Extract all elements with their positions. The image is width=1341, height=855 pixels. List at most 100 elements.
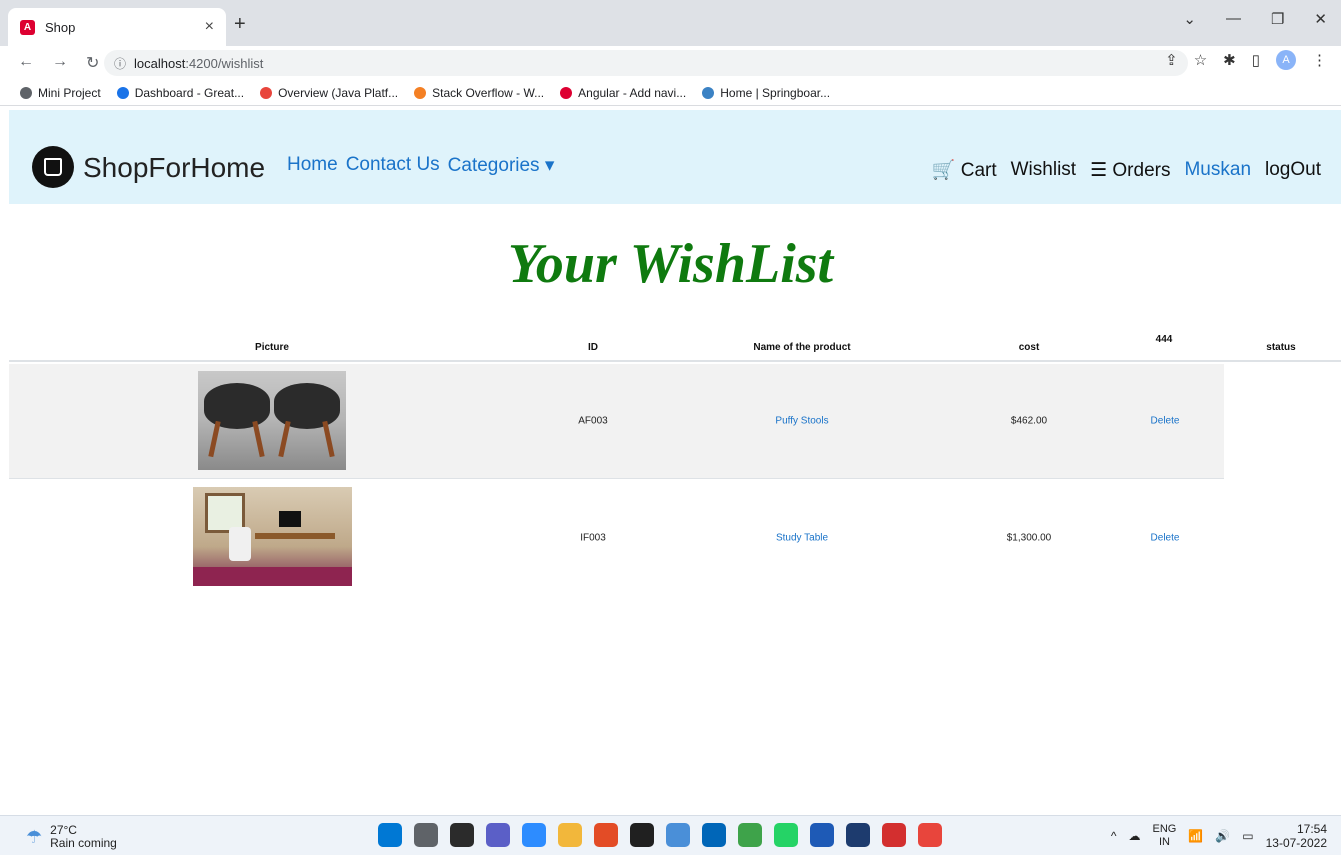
delete-button[interactable]: Delete — [1151, 532, 1180, 543]
whatsapp-icon[interactable] — [774, 823, 798, 847]
header-name: Name of the product — [753, 342, 851, 353]
language-indicator[interactable]: ENG IN — [1153, 823, 1177, 849]
url-input[interactable]: ⓘ localhost:4200/wishlist — [104, 50, 1188, 76]
atom-icon[interactable] — [738, 823, 762, 847]
product-cost: $1,300.00 — [1006, 532, 1052, 543]
file-explorer-icon[interactable] — [558, 823, 582, 847]
vscode-icon[interactable] — [702, 823, 726, 847]
weather-widget[interactable]: ☂ 27°C Rain coming — [26, 824, 117, 850]
bookmark-item[interactable]: Stack Overflow - W... — [414, 86, 544, 100]
weather-status: Rain coming — [50, 836, 117, 850]
tab-title: Shop — [45, 19, 76, 35]
teams-icon[interactable] — [486, 823, 510, 847]
user-name-link[interactable]: Muskan — [1184, 159, 1251, 181]
wifi-icon[interactable]: 📶 — [1188, 829, 1203, 843]
new-tab-button[interactable]: + — [234, 13, 246, 36]
browser-nav-buttons: ← → ↻ — [0, 53, 104, 73]
angular-icon — [560, 86, 573, 99]
terminal-icon[interactable] — [630, 823, 654, 847]
nav-categories-dropdown[interactable]: Categories ▾ — [448, 154, 555, 177]
extensions-puzzle-icon[interactable]: ✱ — [1223, 51, 1236, 69]
site-navbar: ShopForHome Home Contact Us Categories ▾… — [9, 110, 1341, 204]
clock-date: 13-07-2022 — [1265, 836, 1327, 850]
orders-link[interactable]: ☰ Orders — [1090, 159, 1170, 182]
browser-tab-strip: A Shop × + ⌄ — ❐ ✕ — [0, 0, 1341, 46]
product-image-stools — [198, 371, 346, 470]
nav-right: 🛒 Cart Wishlist ☰ Orders Muskan logOut — [932, 158, 1321, 182]
bookmark-star-icon[interactable]: ☆ — [1194, 51, 1207, 69]
stackoverflow-icon — [414, 86, 427, 99]
search-icon[interactable] — [414, 823, 438, 847]
start-icon[interactable] — [378, 823, 402, 847]
eclipse-icon[interactable] — [846, 823, 870, 847]
back-arrow-icon[interactable]: ← — [18, 53, 34, 73]
zoom-icon[interactable] — [522, 823, 546, 847]
clock-time: 17:54 — [1296, 822, 1327, 836]
wishlist-table-header: Picture ID Name of the product cost 444 … — [9, 330, 1341, 362]
header-id: ID — [588, 342, 598, 353]
bookmark-item[interactable]: Overview (Java Platf... — [260, 86, 398, 100]
springboard-icon — [702, 86, 715, 99]
tab-close-icon[interactable]: × — [205, 18, 214, 36]
shopping-bag-logo-icon[interactable] — [32, 146, 74, 188]
cart-icon: 🛒 — [931, 160, 956, 181]
browser-toolbar-icons: ⇪ ☆ ✱ ▯ A ⋮ — [1165, 50, 1327, 70]
forward-arrow-icon[interactable]: → — [52, 53, 68, 73]
product-cost: $462.00 — [1010, 415, 1048, 427]
product-name-link[interactable]: Study Table — [776, 532, 828, 543]
maximize-icon[interactable]: ❐ — [1271, 10, 1284, 28]
close-window-icon[interactable]: ✕ — [1314, 10, 1327, 28]
globe-icon — [20, 86, 32, 99]
word-icon[interactable] — [810, 823, 834, 847]
delete-button[interactable]: Delete — [1151, 416, 1180, 427]
bookmark-item[interactable]: Mini Project — [20, 86, 101, 100]
profile-avatar[interactable]: A — [1276, 50, 1296, 70]
url-path: :4200/wishlist — [185, 55, 264, 71]
bookmark-item[interactable]: Dashboard - Great... — [116, 86, 244, 100]
system-tray: ^ ☁ ENG IN 📶 🔊 ▭ 17:54 13-07-2022 — [1111, 822, 1327, 850]
header-cost: cost — [1018, 342, 1040, 353]
task-view-icon[interactable] — [450, 823, 474, 847]
table-row: IF003 Study Table $1,300.00 Delete — [9, 480, 1224, 595]
browser-tab[interactable]: A Shop × — [8, 8, 226, 46]
chrome-icon[interactable] — [918, 823, 942, 847]
angular-favicon-icon: A — [20, 19, 35, 35]
product-name-link[interactable]: Puffy Stools — [775, 416, 828, 427]
header-extra: 444 — [1155, 334, 1173, 345]
os-taskbar: ☂ 27°C Rain coming ^ ☁ ENG IN 📶 🔊 ▭ 17:5… — [0, 815, 1341, 855]
logout-link[interactable]: logOut — [1265, 159, 1321, 181]
notepad-icon[interactable] — [666, 823, 690, 847]
header-status: status — [1266, 342, 1296, 353]
address-bar-row: ← → ↻ ⓘ localhost:4200/wishlist — [0, 46, 1341, 80]
wishlist-link[interactable]: Wishlist — [1011, 159, 1076, 181]
tab-search-icon[interactable]: ⌄ — [1183, 10, 1196, 28]
clock[interactable]: 17:54 13-07-2022 — [1266, 822, 1327, 850]
acrobat-icon[interactable] — [882, 823, 906, 847]
bookmarks-bar: Mini Project Dashboard - Great... Overvi… — [0, 80, 1341, 106]
battery-icon[interactable]: ▭ — [1242, 829, 1253, 843]
nav-home-link[interactable]: Home — [287, 154, 338, 177]
brand-name[interactable]: ShopForHome — [83, 152, 265, 184]
bookmark-item[interactable]: Home | Springboar... — [702, 86, 830, 100]
url-host: localhost — [134, 55, 186, 71]
chrome-alt-icon[interactable] — [594, 823, 618, 847]
page-title: Your WishList — [507, 233, 834, 295]
cloud-icon[interactable]: ☁ — [1129, 829, 1141, 843]
site-info-icon[interactable]: ⓘ — [114, 55, 126, 72]
header-picture: Picture — [255, 342, 289, 353]
cart-link[interactable]: 🛒 Cart — [932, 158, 997, 182]
taskbar-apps — [378, 823, 942, 847]
volume-icon[interactable]: 🔊 — [1215, 829, 1230, 843]
rain-icon: ☂ — [26, 826, 43, 847]
bookmark-item[interactable]: Angular - Add navi... — [560, 86, 686, 100]
share-icon[interactable]: ⇪ — [1165, 51, 1178, 69]
nav-links: Home Contact Us Categories ▾ — [287, 154, 554, 177]
window-controls: ⌄ — ❐ ✕ — [1183, 10, 1327, 28]
reload-icon[interactable]: ↻ — [86, 53, 99, 73]
menu-kebab-icon[interactable]: ⋮ — [1312, 51, 1327, 69]
nav-contact-link[interactable]: Contact Us — [346, 154, 440, 177]
product-id: AF003 — [578, 415, 608, 427]
chevron-up-icon[interactable]: ^ — [1111, 829, 1117, 843]
minimize-icon[interactable]: — — [1226, 10, 1241, 28]
side-panel-icon[interactable]: ▯ — [1252, 51, 1260, 69]
